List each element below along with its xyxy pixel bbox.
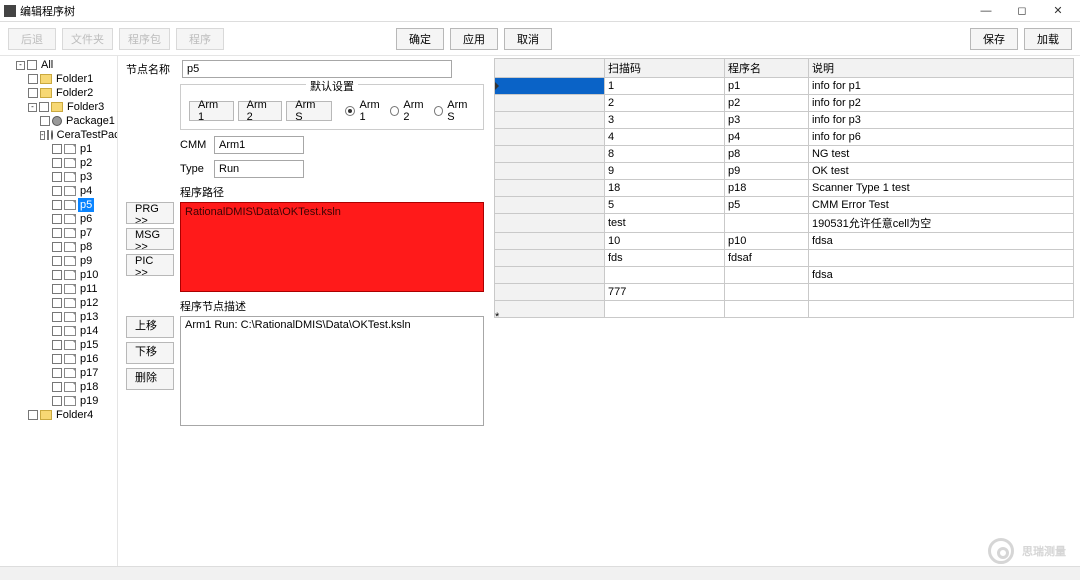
- arm1-button[interactable]: Arm 1: [189, 101, 234, 121]
- tree-program[interactable]: p3: [52, 170, 117, 184]
- tree-program[interactable]: p8: [52, 240, 117, 254]
- table-row[interactable]: fdsfdsaf: [495, 250, 1074, 267]
- table-row[interactable]: 777: [495, 284, 1074, 301]
- tree-program[interactable]: p11: [52, 282, 117, 296]
- armS-button[interactable]: Arm S: [286, 101, 332, 121]
- filelist-button[interactable]: 文件夹: [62, 28, 113, 50]
- col-scan[interactable]: 扫描码: [605, 59, 725, 78]
- table-row[interactable]: 5p5CMM Error Test: [495, 197, 1074, 214]
- col-desc[interactable]: 说明: [808, 59, 1073, 78]
- tree-folder[interactable]: Folder4: [28, 408, 117, 422]
- tree-program[interactable]: p15: [52, 338, 117, 352]
- moveup-button[interactable]: 上移: [126, 316, 174, 338]
- node-desc-text: Arm1 Run: C:\RationalDMIS\Data\OKTest.ks…: [185, 319, 411, 331]
- type-input[interactable]: [214, 160, 304, 178]
- tree-folder[interactable]: Folder2: [28, 86, 117, 100]
- tree-folder[interactable]: -Folder3: [28, 100, 117, 114]
- msg-button[interactable]: MSG >>: [126, 228, 174, 250]
- tree-folder[interactable]: Folder1: [28, 72, 117, 86]
- tree-program[interactable]: p18: [52, 380, 117, 394]
- table-row[interactable]: 8p8NG test: [495, 146, 1074, 163]
- horizontal-scrollbar[interactable]: [0, 566, 1080, 580]
- ok-button[interactable]: 确定: [396, 28, 444, 50]
- load-button[interactable]: 加载: [1024, 28, 1072, 50]
- tree-program[interactable]: p6: [52, 212, 117, 226]
- table-row[interactable]: test190531允许任意cell为空: [495, 214, 1074, 233]
- window-title: 编辑程序树: [20, 3, 75, 19]
- cmm-input[interactable]: [214, 136, 304, 154]
- package-button[interactable]: 程序包: [119, 28, 170, 50]
- tree-program[interactable]: p5: [52, 198, 117, 212]
- arm2-button[interactable]: Arm 2: [238, 101, 283, 121]
- default-settings-group: 默认设置 Arm 1 Arm 2 Arm S Arm 1 Arm 2 Arm S: [180, 84, 484, 130]
- delete-button[interactable]: 删除: [126, 368, 174, 390]
- tree-program[interactable]: p9: [52, 254, 117, 268]
- program-path-text: RationalDMIS\Data\OKTest.ksln: [185, 206, 341, 218]
- table-row[interactable]: 9p9OK test: [495, 163, 1074, 180]
- table-panel: 扫描码 程序名 说明 1p1info for p12p2info for p23…: [490, 56, 1080, 566]
- table-row[interactable]: 2p2info for p2: [495, 95, 1074, 112]
- prg-button[interactable]: PRG >>: [126, 202, 174, 224]
- tree-package[interactable]: Package1: [40, 114, 117, 128]
- tree-program[interactable]: p4: [52, 184, 117, 198]
- scan-table[interactable]: 扫描码 程序名 说明 1p1info for p12p2info for p23…: [494, 58, 1074, 318]
- armS-radio-label: Arm S: [447, 99, 475, 123]
- type-label: Type: [180, 163, 208, 175]
- movedown-button[interactable]: 下移: [126, 342, 174, 364]
- table-row[interactable]: 10p10fdsa: [495, 233, 1074, 250]
- arm1-radio[interactable]: [345, 106, 355, 116]
- tree-program[interactable]: p7: [52, 226, 117, 240]
- tree-program[interactable]: p16: [52, 352, 117, 366]
- tree-package[interactable]: -CeraTestPack: [40, 128, 117, 142]
- tree-program[interactable]: p17: [52, 366, 117, 380]
- tree-program[interactable]: p10: [52, 268, 117, 282]
- tree-program[interactable]: p19: [52, 394, 117, 408]
- table-row[interactable]: 3p3info for p3: [495, 112, 1074, 129]
- tree-program[interactable]: p14: [52, 324, 117, 338]
- col-prog[interactable]: 程序名: [725, 59, 809, 78]
- watermark-text: 思瑞测量: [1022, 543, 1066, 559]
- top-toolbar: 后退 文件夹 程序包 程序 确定 应用 取消 保存 加载: [0, 22, 1080, 56]
- wechat-icon: [988, 538, 1014, 564]
- arm2-radio-label: Arm 2: [403, 99, 430, 123]
- row-header-blank: [495, 59, 605, 78]
- program-button[interactable]: 程序: [176, 28, 224, 50]
- save-button[interactable]: 保存: [970, 28, 1018, 50]
- pic-button[interactable]: PIC >>: [126, 254, 174, 276]
- minimize-button[interactable]: —: [968, 1, 1004, 21]
- tree-root[interactable]: -All: [16, 58, 117, 72]
- node-name-input[interactable]: [182, 60, 452, 78]
- tree-panel[interactable]: -All Folder1 Folder2 -Folder3 Package1 -…: [0, 56, 118, 566]
- armS-radio[interactable]: [434, 106, 443, 116]
- program-path-box[interactable]: RationalDMIS\Data\OKTest.ksln: [180, 202, 484, 292]
- table-row[interactable]: 4p4info for p6: [495, 129, 1074, 146]
- tree-program[interactable]: p2: [52, 156, 117, 170]
- table-row[interactable]: 1p1info for p1: [495, 78, 1074, 95]
- tree-program[interactable]: p1: [52, 142, 117, 156]
- cmm-label: CMM: [180, 139, 208, 151]
- table-row[interactable]: fdsa: [495, 267, 1074, 284]
- maximize-button[interactable]: ◻: [1004, 1, 1040, 21]
- tree-program[interactable]: p12: [52, 296, 117, 310]
- app-icon: [4, 5, 16, 17]
- node-name-label: 节点名称: [126, 61, 176, 77]
- table-row[interactable]: 18p18Scanner Type 1 test: [495, 180, 1074, 197]
- form-panel: 节点名称 默认设置 Arm 1 Arm 2 Arm S Arm 1 Arm 2 …: [118, 56, 490, 566]
- arm1-radio-label: Arm 1: [359, 99, 386, 123]
- table-row-new[interactable]: *: [495, 301, 1074, 318]
- node-desc-box[interactable]: Arm1 Run: C:\RationalDMIS\Data\OKTest.ks…: [180, 316, 484, 426]
- watermark: 思瑞测量: [988, 538, 1066, 564]
- cancel-button[interactable]: 取消: [504, 28, 552, 50]
- arm2-radio[interactable]: [390, 106, 399, 116]
- back-button[interactable]: 后退: [8, 28, 56, 50]
- program-path-label: 程序路径: [180, 184, 484, 200]
- tree-program[interactable]: p13: [52, 310, 117, 324]
- default-settings-title: 默认设置: [306, 78, 358, 94]
- window-titlebar: 编辑程序树 — ◻ ✕: [0, 0, 1080, 22]
- close-button[interactable]: ✕: [1040, 1, 1076, 21]
- apply-button[interactable]: 应用: [450, 28, 498, 50]
- node-desc-label: 程序节点描述: [180, 298, 484, 314]
